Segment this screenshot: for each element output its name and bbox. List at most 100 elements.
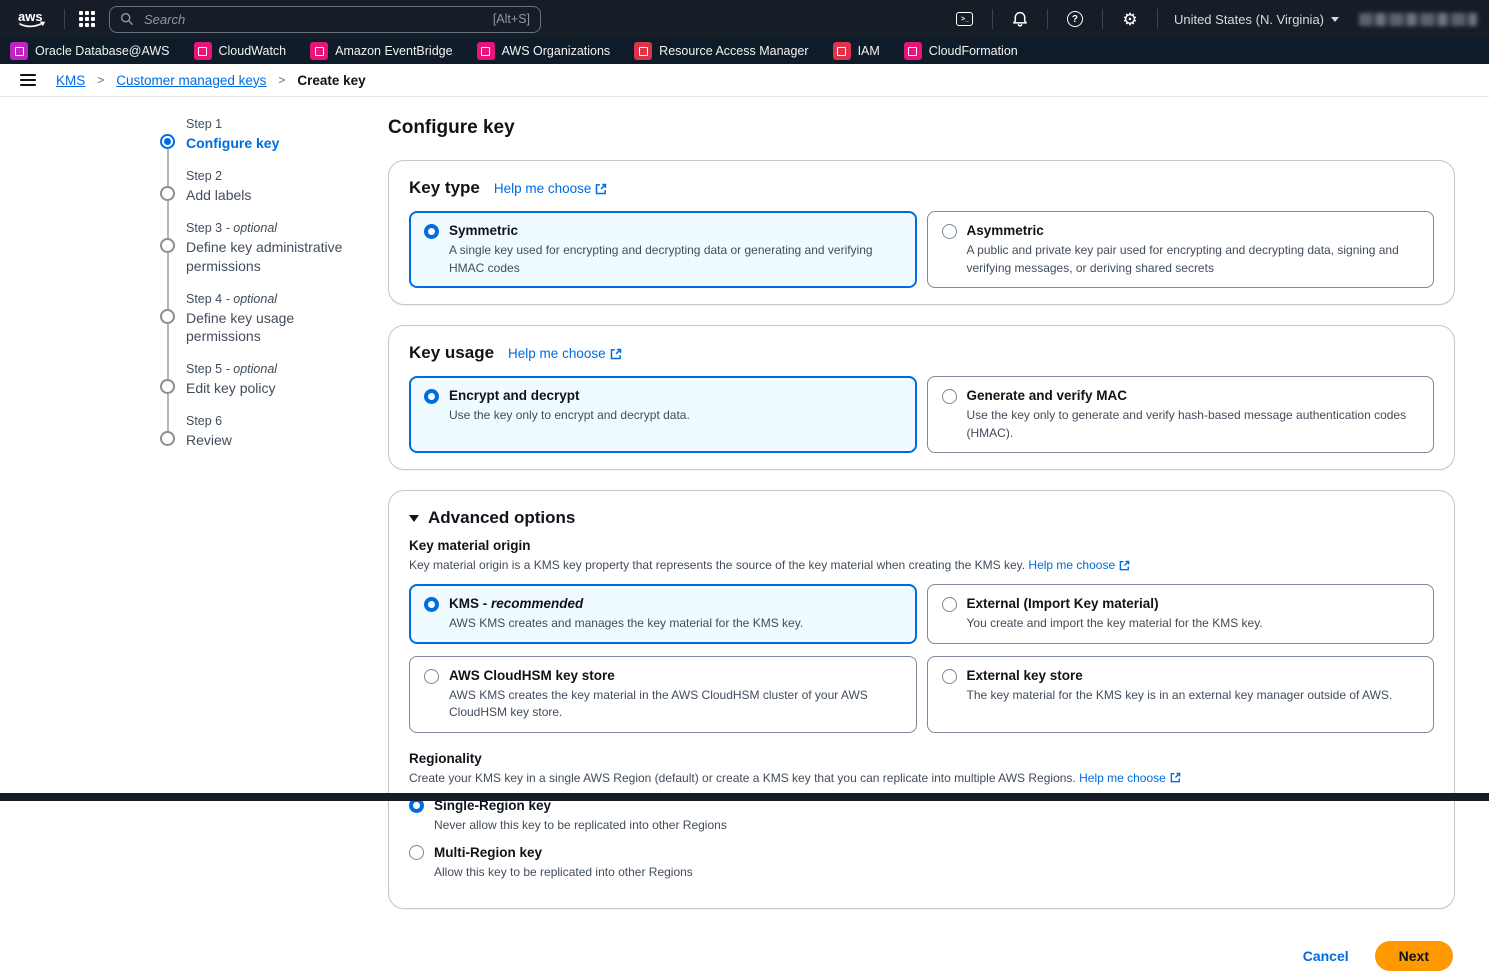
breadcrumb: KMS > Customer managed keys > Create key (0, 64, 1489, 97)
favorite-label: Amazon EventBridge (335, 44, 452, 58)
regionality-label: Regionality (409, 751, 1434, 766)
console-footer-bar (0, 793, 1489, 801)
radio-external-key-store (942, 669, 957, 684)
favorite-amazon-eventbridge[interactable]: Amazon EventBridge (310, 42, 452, 60)
option-single-region-key[interactable]: Single-Region key Never allow this key t… (409, 797, 1434, 835)
step-3-link[interactable]: Define key administrative permissions (186, 238, 371, 276)
iam-icon (833, 42, 851, 60)
advanced-options-title: Advanced options (428, 508, 575, 528)
option-generate-verify-mac[interactable]: Generate and verify MAC Use the key only… (927, 376, 1435, 453)
favorite-resource-access-manager[interactable]: Resource Access Manager (634, 42, 808, 60)
settings-gear-icon[interactable] (1115, 6, 1145, 32)
step-6-link[interactable]: Review (186, 431, 232, 450)
key-material-origin-help-link[interactable]: Help me choose (1028, 556, 1130, 574)
cloudshell-icon[interactable] (950, 6, 980, 32)
region-selector[interactable]: United States (N. Virginia) (1170, 12, 1343, 27)
favorite-label: IAM (858, 44, 880, 58)
option-external-import-key-material[interactable]: External (Import Key material) You creat… (927, 584, 1435, 644)
favorite-cloudwatch[interactable]: CloudWatch (194, 42, 287, 60)
step-eyebrow: Step 1 (186, 117, 222, 131)
external-link-icon (1119, 560, 1130, 571)
breadcrumb-separator: > (97, 73, 104, 87)
favorite-cloudformation[interactable]: CloudFormation (904, 42, 1018, 60)
step-5-link[interactable]: Edit key policy (186, 379, 277, 398)
option-desc: The key material for the KMS key is in a… (967, 687, 1393, 704)
option-desc: Use the key only to generate and verify … (967, 407, 1420, 442)
wizard-step-6: Step 6 Review (160, 414, 388, 466)
option-desc: AWS KMS creates and manages the key mate… (449, 615, 803, 632)
step-eyebrow: Step 4 (186, 292, 222, 306)
option-title: Asymmetric (967, 222, 1420, 240)
oracle-database-aws-icon (10, 42, 28, 60)
external-link-icon (1170, 772, 1181, 783)
aws-logo[interactable]: aws (12, 8, 54, 30)
help-icon[interactable] (1060, 6, 1090, 32)
search-input[interactable] (142, 11, 485, 28)
cancel-button[interactable]: Cancel (1303, 948, 1349, 964)
step-4-link[interactable]: Define key usage permissions (186, 309, 371, 347)
favorite-aws-organizations[interactable]: AWS Organizations (477, 42, 611, 60)
advanced-options-toggle[interactable]: Advanced options (409, 508, 1434, 528)
radio-kms-checked (424, 597, 439, 612)
step-2-link[interactable]: Add labels (186, 186, 251, 205)
page-title: Configure key (388, 117, 1455, 139)
cloudformation-icon (904, 42, 922, 60)
step-optional-tag: - optional (226, 362, 277, 376)
option-title: AWS CloudHSM key store (449, 667, 902, 685)
option-external-key-store[interactable]: External key store The key material for … (927, 656, 1435, 733)
radio-asymmetric (942, 224, 957, 239)
account-menu-redacted[interactable] (1359, 13, 1477, 26)
radio-cloudhsm (424, 669, 439, 684)
step-eyebrow: Step 6 (186, 414, 222, 428)
key-type-card: Key type Help me choose Symmetric A sing… (388, 160, 1455, 305)
option-asymmetric[interactable]: Asymmetric A public and private key pair… (927, 211, 1435, 288)
step-eyebrow: Step 5 (186, 362, 222, 376)
step-eyebrow: Step 2 (186, 169, 222, 183)
region-label: United States (N. Virginia) (1174, 12, 1324, 27)
search-shortcut-hint: [Alt+S] (493, 12, 530, 26)
regionality-desc: Create your KMS key in a single AWS Regi… (409, 769, 1434, 787)
wizard-step-5: Step 5 - optional Edit key policy (160, 362, 388, 414)
key-usage-title: Key usage (409, 343, 494, 363)
favorite-label: Oracle Database@AWS (35, 44, 170, 58)
caret-down-icon (409, 515, 419, 522)
option-title: Generate and verify MAC (967, 387, 1420, 405)
option-symmetric[interactable]: Symmetric A single key used for encrypti… (409, 211, 917, 288)
external-link-icon (610, 348, 622, 360)
breadcrumb-customer-managed-keys-link[interactable]: Customer managed keys (116, 73, 266, 88)
option-title: Multi-Region key (434, 844, 693, 862)
wizard-step-4: Step 4 - optional Define key usage permi… (160, 292, 388, 363)
notifications-bell-icon[interactable] (1005, 6, 1035, 32)
favorite-oracle-database-aws[interactable]: Oracle Database@AWS (10, 42, 170, 60)
favorites-bar: Oracle Database@AWS CloudWatch Amazon Ev… (0, 38, 1489, 64)
step-5-indicator (160, 379, 175, 394)
option-kms-recommended[interactable]: KMS - recommended AWS KMS creates and ma… (409, 584, 917, 644)
divider (1157, 9, 1158, 29)
cloudwatch-icon (194, 42, 212, 60)
step-optional-tag: - optional (226, 292, 277, 306)
favorite-iam[interactable]: IAM (833, 42, 880, 60)
favorite-label: CloudWatch (219, 44, 287, 58)
external-link-icon (595, 183, 607, 195)
services-grid-icon[interactable] (75, 7, 99, 31)
key-type-help-link[interactable]: Help me choose (494, 181, 608, 196)
side-menu-hamburger-icon[interactable] (18, 70, 38, 90)
option-title: External (Import Key material) (967, 595, 1263, 613)
option-desc: A public and private key pair used for e… (967, 242, 1420, 277)
option-multi-region-key[interactable]: Multi-Region key Allow this key to be re… (409, 844, 1434, 882)
step-optional-tag: - optional (226, 221, 277, 235)
option-title: External key store (967, 667, 1393, 685)
option-aws-cloudhsm-key-store[interactable]: AWS CloudHSM key store AWS KMS creates t… (409, 656, 917, 733)
next-button[interactable]: Next (1375, 941, 1453, 971)
breadcrumb-kms-link[interactable]: KMS (56, 73, 85, 88)
option-desc: A single key used for encrypting and dec… (449, 242, 902, 277)
radio-multi-region (409, 845, 424, 860)
regionality-help-link[interactable]: Help me choose (1079, 769, 1181, 787)
step-1-link[interactable]: Configure key (186, 134, 279, 153)
key-usage-help-link[interactable]: Help me choose (508, 346, 622, 361)
global-search[interactable]: [Alt+S] (109, 6, 541, 33)
option-encrypt-and-decrypt[interactable]: Encrypt and decrypt Use the key only to … (409, 376, 917, 453)
step-6-indicator (160, 431, 175, 446)
radio-symmetric-checked (424, 224, 439, 239)
wizard-step-2: Step 2 Add labels (160, 169, 388, 221)
